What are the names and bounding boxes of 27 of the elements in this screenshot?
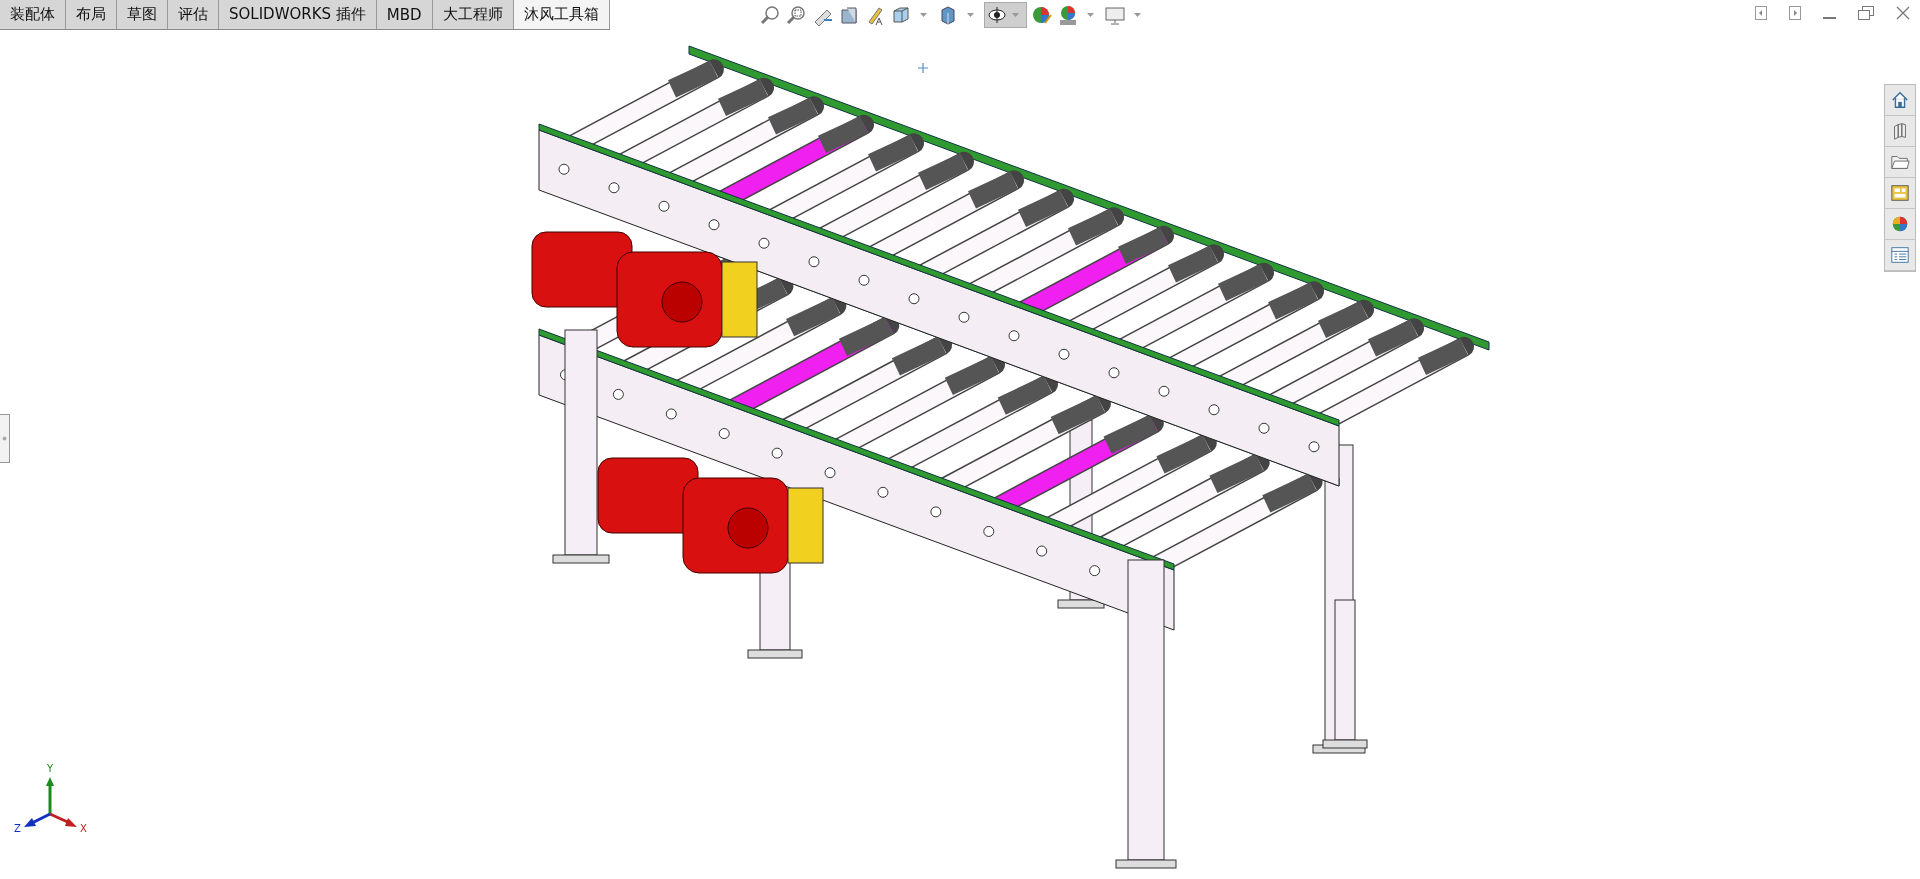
ribbon-tab[interactable]: 评估	[168, 0, 219, 29]
caret-icon[interactable]	[1086, 12, 1094, 18]
axis-label: Z	[14, 823, 21, 834]
caret-icon[interactable]	[919, 12, 927, 18]
caret-icon[interactable]	[966, 12, 974, 18]
axis-label: X	[80, 823, 87, 834]
ribbon-tab[interactable]: 草图	[117, 0, 168, 29]
magnifier-icon[interactable]	[759, 4, 782, 26]
ribbon-tab[interactable]: 装配体	[0, 0, 66, 29]
ribbon-tab[interactable]: SOLIDWORKS 插件	[219, 0, 377, 29]
axis-label: Y	[47, 763, 54, 774]
monitor-icon[interactable]	[1103, 4, 1126, 26]
origin-marker-icon	[917, 62, 929, 74]
axis-triad-drawing	[24, 777, 77, 827]
ribbon-tab[interactable]: 布局	[66, 0, 117, 29]
panel-right-icon[interactable]	[1789, 6, 1801, 20]
panel-handle[interactable]	[0, 414, 10, 463]
restore-icon[interactable]	[1858, 6, 1874, 20]
ribbon-tab[interactable]: 大工程师	[432, 0, 514, 29]
magnifier-icon[interactable]	[785, 4, 808, 26]
color-ball-icon[interactable]	[1030, 4, 1053, 26]
close-icon[interactable]	[1896, 6, 1910, 20]
caret-icon[interactable]	[1133, 12, 1141, 18]
eye-icon[interactable]	[985, 4, 1008, 26]
ribbon-tab[interactable]: MBD	[376, 0, 433, 29]
panel-left-icon[interactable]	[1755, 6, 1767, 20]
ribbon-tab[interactable]: 沐风工具箱	[513, 0, 610, 29]
